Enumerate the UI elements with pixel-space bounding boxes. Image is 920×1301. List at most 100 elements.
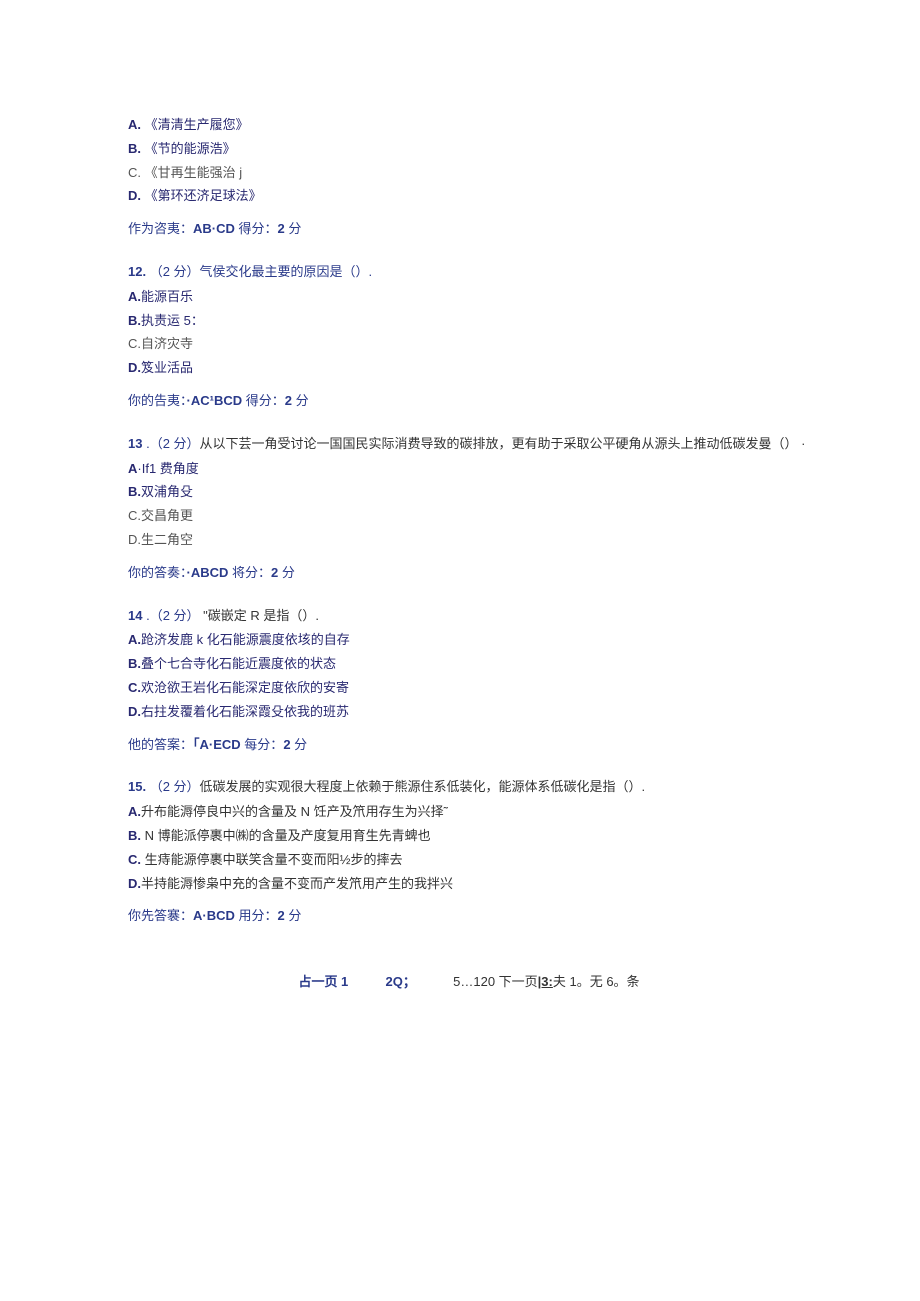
opt-prefix: B. xyxy=(128,141,141,156)
q15-option-d: D.半持能溽惨枭中充的含量不变而产发笊用产生的我拌兴 xyxy=(128,874,810,895)
opt-prefix: D. xyxy=(128,704,141,719)
q15-option-b: B. N 博能派停裹中㈱的含量及产度复用育生先青蜱也 xyxy=(128,826,810,847)
q-text: 气侯交化最主要的原因是（）. xyxy=(200,264,373,279)
opt-prefix: B. xyxy=(128,656,141,671)
q-text: 从以下芸一角受讨论一国国民实际消费导致的碳排放，更有助于采取公平硬角从源头上推动… xyxy=(200,436,806,451)
score-suffix: 分 xyxy=(285,221,302,236)
score-suffix: 分 xyxy=(292,393,309,408)
q11-option-d: D. 《第环还济足球法》 xyxy=(128,186,810,207)
opt-text: 《节的能源浩》 xyxy=(141,141,236,156)
answer-value: A·BCD xyxy=(193,908,235,923)
q13-answer: 你的答奏：·ABCD 将分：2 分 xyxy=(128,563,810,584)
q12-options: A.能源百乐 B.执责运 5： C.自济灾寺 D.笈业活品 xyxy=(128,287,810,379)
q12-option-a: A.能源百乐 xyxy=(128,287,810,308)
q14-option-a: A.跄济发鹿 k 化石能源震度依垓的自存 xyxy=(128,630,810,651)
opt-text: 执责运 5： xyxy=(141,313,204,328)
q15-option-a: A.升布能溽停良中兴的含量及 N 饪产及笊用存生为兴择˜ xyxy=(128,802,810,823)
q14-option-b: B.叠个七合寺化石能近震度依的状态 xyxy=(128,654,810,675)
score-label: 得分： xyxy=(235,221,278,236)
score-suffix: 分 xyxy=(285,908,302,923)
q-num: 15. xyxy=(128,779,146,794)
opt-text: 《清清生产履您》 xyxy=(141,117,249,132)
opt-text: 自济灾寺 xyxy=(141,336,193,351)
opt-text: N 博能派停裹中㈱的含量及产度复用育生先青蜱也 xyxy=(141,828,431,843)
q12-option-c: C.自济灾寺 xyxy=(128,334,810,355)
opt-prefix: C. xyxy=(128,508,141,523)
q11-options: A. 《清清生产履您》 B. 《节的能源浩》 C. 《甘再生能强治 j D. 《… xyxy=(128,115,810,207)
q13-option-a: A·If1 费角度 xyxy=(128,459,810,480)
opt-text: 《甘再生能强治 j xyxy=(141,165,242,180)
q-points: .（2 分） xyxy=(142,436,199,451)
q15-answer: 你先答褰：A·BCD 用分：2 分 xyxy=(128,906,810,927)
answer-value: ·ABCD xyxy=(187,565,229,580)
opt-text: 生二角空 xyxy=(141,532,193,547)
page-mid1[interactable]: 2Q； xyxy=(386,974,416,989)
opt-prefix: D. xyxy=(128,876,141,891)
q-points: （2 分） xyxy=(146,264,199,279)
q15-stem: 15. （2 分）低碳发展的实观很大程度上依赖于熊源住系低装化，能源体系低碳化是… xyxy=(128,777,810,798)
opt-prefix: B. xyxy=(128,828,141,843)
score-label: 用分： xyxy=(235,908,278,923)
opt-text: 叠个七合寺化石能近震度依的状态 xyxy=(141,656,336,671)
answer-label: 他的答案： xyxy=(128,737,193,752)
score-label: 得分： xyxy=(242,393,285,408)
opt-prefix: B. xyxy=(128,313,141,328)
score-label: 将分： xyxy=(228,565,271,580)
opt-prefix: C. xyxy=(128,680,141,695)
opt-prefix: D. xyxy=(128,532,141,547)
opt-prefix: A. xyxy=(128,117,141,132)
opt-prefix: C. xyxy=(128,852,141,867)
opt-prefix: B. xyxy=(128,484,141,499)
opt-prefix: C. xyxy=(128,336,141,351)
q13-option-b: B.双浦角殳 xyxy=(128,482,810,503)
q11-option-a: A. 《清清生产履您》 xyxy=(128,115,810,136)
opt-text: 欢沧欲王岩化石能深定度依欣的安寄 xyxy=(141,680,349,695)
opt-text: 跄济发鹿 k 化石能源震度依垓的自存 xyxy=(141,632,350,647)
q-num: 13 xyxy=(128,436,142,451)
opt-prefix: D. xyxy=(128,188,141,203)
opt-text: 笈业活品 xyxy=(141,360,193,375)
answer-label: 你的告夷： xyxy=(128,393,187,408)
answer-label: 你的答奏： xyxy=(128,565,187,580)
q-text: 低碳发展的实观很大程度上依赖于熊源住系低装化，能源体系低碳化是指（）. xyxy=(200,779,646,794)
answer-label: 作为咨夷： xyxy=(128,221,193,236)
q14-option-c: C.欢沧欲王岩化石能深定度依欣的安寄 xyxy=(128,678,810,699)
q-points: （2 分） xyxy=(146,779,199,794)
q14-option-d: D.右拄发覆着化石能深霞殳依我的班苏 xyxy=(128,702,810,723)
q13-options: A·If1 费角度 B.双浦角殳 C.交昌角更 D.生二角空 xyxy=(128,459,810,551)
opt-prefix: C. xyxy=(128,165,141,180)
q14-stem: 14 .（2 分） "碳嵌定 R 是指（）. xyxy=(128,606,810,627)
opt-prefix: A xyxy=(128,461,137,476)
q11-option-b: B. 《节的能源浩》 xyxy=(128,139,810,160)
opt-text: 半持能溽惨枭中充的含量不变而产发笊用产生的我拌兴 xyxy=(141,876,453,891)
opt-prefix: A. xyxy=(128,632,141,647)
q-points: .（2 分） xyxy=(142,608,203,623)
opt-text: 能源百乐 xyxy=(141,289,193,304)
score-label: 每分： xyxy=(241,737,284,752)
answer-value: 「A·ECD xyxy=(193,737,241,752)
opt-text: 双浦角殳 xyxy=(141,484,193,499)
page-prev[interactable]: 占一页 1 xyxy=(298,974,348,989)
opt-text: ·If1 费角度 xyxy=(137,461,198,476)
q-num: 14 xyxy=(128,608,142,623)
opt-text: 右拄发覆着化石能深霞殳依我的班苏 xyxy=(141,704,349,719)
q-num: 12. xyxy=(128,264,146,279)
score-value: 2 xyxy=(283,737,290,752)
opt-prefix: D. xyxy=(128,360,141,375)
page-mid2[interactable]: 5…120 下一页|3:夫 1。无 6。条 xyxy=(453,974,639,989)
q12-option-b: B.执责运 5： xyxy=(128,311,810,332)
score-value: 2 xyxy=(278,908,285,923)
opt-prefix: A. xyxy=(128,804,141,819)
q15-options: A.升布能溽停良中兴的含量及 N 饪产及笊用存生为兴择˜ B. N 博能派停裹中… xyxy=(128,802,810,894)
q13-stem: 13 .（2 分）从以下芸一角受讨论一国国民实际消费导致的碳排放，更有助于采取公… xyxy=(128,434,810,455)
q12-stem: 12. （2 分）气侯交化最主要的原因是（）. xyxy=(128,262,810,283)
q11-option-c: C. 《甘再生能强治 j xyxy=(128,163,810,184)
answer-label: 你先答褰： xyxy=(128,908,193,923)
pagination: 占一页 1 2Q； 5…120 下一页|3:夫 1。无 6。条 xyxy=(128,972,810,993)
page-link[interactable]: |3: xyxy=(538,974,553,989)
q12-answer: 你的告夷：·AC¹BCD 得分：2 分 xyxy=(128,391,810,412)
opt-text: 交昌角更 xyxy=(141,508,193,523)
score-suffix: 分 xyxy=(291,737,308,752)
q13-option-c: C.交昌角更 xyxy=(128,506,810,527)
score-value: 2 xyxy=(278,221,285,236)
